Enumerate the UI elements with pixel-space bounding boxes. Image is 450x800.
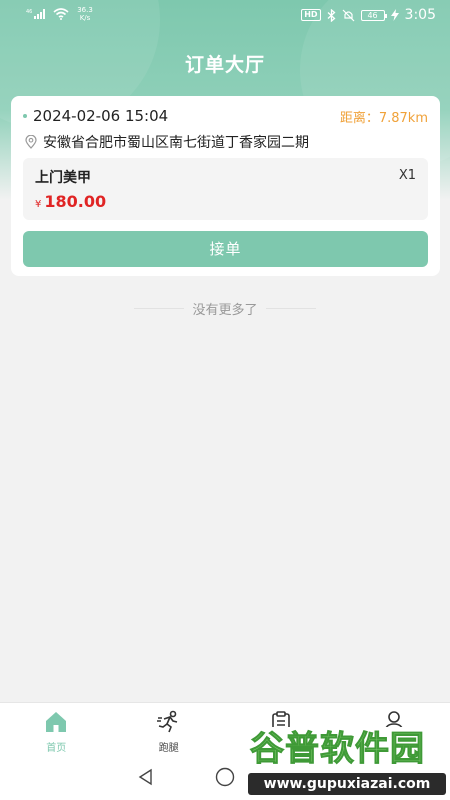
home-icon xyxy=(46,712,67,732)
status-left: 46 36.3 K/s xyxy=(26,6,96,22)
wifi-icon xyxy=(53,8,69,20)
service-price: ¥ 180.00 xyxy=(35,192,106,211)
status-bar: 46 36.3 K/s HD 46 3:05 xyxy=(0,0,450,32)
runner-icon xyxy=(156,710,177,733)
accept-order-button[interactable]: 接单 xyxy=(23,231,428,267)
divider-line xyxy=(265,308,316,309)
order-address-row: 安徽省合肥市蜀山区南七街道丁香家园二期 xyxy=(25,132,309,152)
order-distance: 距离：7.87km xyxy=(339,110,428,126)
price-amount: 180.00 xyxy=(44,192,107,211)
service-item: 上门美甲 X1 ¥ 180.00 xyxy=(23,158,428,220)
status-right: HD 46 3:05 xyxy=(301,7,436,23)
page-title: 订单大厅 xyxy=(184,54,265,76)
cell-signal-icon: 46 xyxy=(26,9,45,19)
watermark-url: www.gupuxiazai.com xyxy=(248,773,446,795)
tab-home[interactable]: 首页 xyxy=(0,703,113,754)
back-nav-icon[interactable] xyxy=(137,768,155,786)
clock: 3:05 xyxy=(404,7,436,23)
tab-errand-label: 跑腿 xyxy=(158,743,179,754)
bluetooth-icon xyxy=(327,8,336,22)
service-name: 上门美甲 xyxy=(35,170,91,186)
home-nav-icon[interactable] xyxy=(215,767,235,787)
tab-errand[interactable]: 跑腿 xyxy=(113,703,226,754)
network-speed: 36.3 K/s xyxy=(74,6,96,22)
currency-symbol: ¥ xyxy=(35,199,42,210)
hd-badge: HD xyxy=(301,9,321,21)
order-card[interactable]: 2024-02-06 15:04 距离：7.87km 安徽省合肥市蜀山区南七街道… xyxy=(11,96,440,276)
network-speed-unit: K/s xyxy=(79,14,91,22)
order-address: 安徽省合肥市蜀山区南七街道丁香家园二期 xyxy=(43,135,309,151)
tab-home-label: 首页 xyxy=(46,743,67,754)
order-datetime: 2024-02-06 15:04 xyxy=(33,107,169,125)
watermark-brand: 谷普软件园 xyxy=(250,729,425,770)
order-time-row: 2024-02-06 15:04 距离：7.87km xyxy=(23,106,428,126)
location-pin-icon xyxy=(25,135,37,149)
mute-bell-icon xyxy=(342,9,354,21)
no-more-indicator: 没有更多了 xyxy=(0,298,450,318)
status-dot xyxy=(23,114,27,118)
charging-icon xyxy=(390,9,399,21)
no-more-text: 没有更多了 xyxy=(192,303,258,318)
battery-icon: 46 xyxy=(360,9,387,21)
watermark: 谷普软件园 www.gupuxiazai.com xyxy=(246,727,448,798)
network-speed-value: 36.3 xyxy=(77,6,93,14)
service-quantity: X1 xyxy=(398,168,416,183)
divider-line xyxy=(134,308,185,309)
svg-text:46: 46 xyxy=(26,9,32,15)
